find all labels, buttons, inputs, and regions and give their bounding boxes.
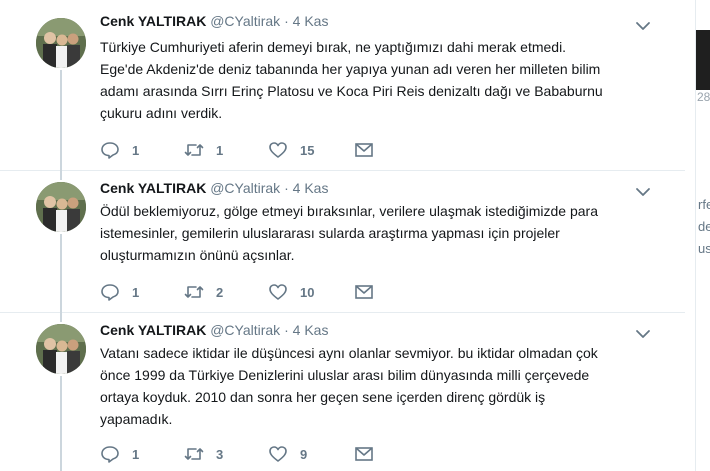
reply-count: 1	[132, 142, 140, 158]
number-fragment: 28	[697, 90, 710, 104]
author-fullname[interactable]: Cenk YALTIRAK	[100, 13, 206, 29]
tweet-timestamp[interactable]: 4 Kas	[293, 322, 329, 338]
author-username[interactable]: @CYaltirak	[210, 180, 280, 196]
retweet-count: 1	[216, 142, 224, 158]
retweet-button[interactable]: 2	[184, 283, 268, 301]
reply-icon	[101, 446, 119, 463]
direct-message-button[interactable]	[354, 141, 438, 159]
like-count: 9	[300, 446, 308, 462]
envelope-icon	[355, 285, 373, 299]
like-count: 15	[300, 142, 315, 158]
retweet-button[interactable]: 1	[184, 141, 268, 159]
tweet-actions: 1 1 15	[100, 140, 438, 160]
thread-connector-line	[60, 170, 62, 180]
retweet-icon	[184, 144, 204, 156]
heart-icon	[269, 142, 287, 158]
heart-icon	[269, 446, 287, 462]
thread-connector-line	[60, 312, 62, 322]
retweet-icon	[184, 286, 204, 298]
tweet-thread: Cenk YALTIRAK @CYaltirak · 4 Kas Türkiye…	[0, 0, 685, 471]
like-button[interactable]: 10	[268, 283, 354, 301]
header-separator: ·	[284, 13, 289, 29]
tweet[interactable]: Cenk YALTIRAK @CYaltirak · 4 Kas Ödül be…	[0, 170, 685, 312]
reply-count: 1	[132, 284, 140, 300]
tweet-actions: 1 3 9	[100, 444, 438, 464]
tweet-actions: 1 2 10	[100, 282, 438, 302]
envelope-icon	[355, 143, 373, 157]
reply-icon	[101, 142, 119, 159]
sidebar-text-fragment: usla	[698, 241, 710, 256]
envelope-icon	[355, 447, 373, 461]
author-username[interactable]: @CYaltirak	[210, 13, 280, 29]
heart-icon	[269, 284, 287, 300]
thread-connector-line	[60, 70, 62, 170]
reply-button[interactable]: 1	[100, 283, 184, 301]
author-username[interactable]: @CYaltirak	[210, 322, 280, 338]
sidebar-text-fragment: de	[698, 219, 710, 234]
tweet-timestamp[interactable]: 4 Kas	[293, 13, 329, 29]
tweet-header: Cenk YALTIRAK @CYaltirak · 4 Kas	[100, 322, 328, 338]
right-sidebar-fragment: 28 rfe de usla	[695, 0, 710, 471]
header-separator: ·	[284, 322, 289, 338]
tweet-text: Türkiye Cumhuriyeti aferin demeyi bırak,…	[100, 39, 603, 121]
avatar-photo	[36, 324, 86, 374]
tweet[interactable]: Cenk YALTIRAK @CYaltirak · 4 Kas Vatanı …	[0, 312, 685, 471]
retweet-count: 3	[216, 446, 224, 462]
retweet-count: 2	[216, 284, 224, 300]
like-button[interactable]: 15	[268, 141, 354, 159]
chevron-down-icon[interactable]	[635, 184, 651, 200]
direct-message-button[interactable]	[354, 445, 438, 463]
avatar[interactable]	[36, 182, 86, 232]
sidebar-text-fragment: rfe	[698, 197, 710, 212]
avatar-photo	[36, 182, 86, 232]
chevron-down-icon[interactable]	[635, 326, 651, 342]
dark-panel-fragment: 28	[696, 30, 710, 104]
like-count: 10	[300, 284, 315, 300]
header-separator: ·	[284, 180, 289, 196]
author-fullname[interactable]: Cenk YALTIRAK	[100, 322, 206, 338]
like-button[interactable]: 9	[268, 445, 354, 463]
tweet-header: Cenk YALTIRAK @CYaltirak · 4 Kas	[100, 13, 328, 29]
avatar[interactable]	[36, 324, 86, 374]
direct-message-button[interactable]	[354, 283, 438, 301]
avatar-photo	[36, 18, 86, 68]
thread-connector-line	[60, 234, 62, 312]
chevron-down-icon[interactable]	[635, 18, 651, 34]
reply-count: 1	[132, 446, 140, 462]
tweet[interactable]: Cenk YALTIRAK @CYaltirak · 4 Kas Türkiye…	[0, 0, 685, 170]
tweet-text: Ödül beklemiyoruz, gölge etmeyi bıraksın…	[100, 203, 598, 263]
reply-button[interactable]: 1	[100, 141, 184, 159]
retweet-button[interactable]: 3	[184, 445, 268, 463]
reply-icon	[101, 284, 119, 301]
tweet-text: Vatanı sadece iktidar ile düşüncesi aynı…	[100, 345, 598, 427]
tweet-header: Cenk YALTIRAK @CYaltirak · 4 Kas	[100, 180, 328, 196]
avatar[interactable]	[36, 18, 86, 68]
tweet-timestamp[interactable]: 4 Kas	[293, 180, 329, 196]
author-fullname[interactable]: Cenk YALTIRAK	[100, 180, 206, 196]
thread-connector-line	[60, 376, 62, 471]
retweet-icon	[184, 448, 204, 460]
reply-button[interactable]: 1	[100, 445, 184, 463]
